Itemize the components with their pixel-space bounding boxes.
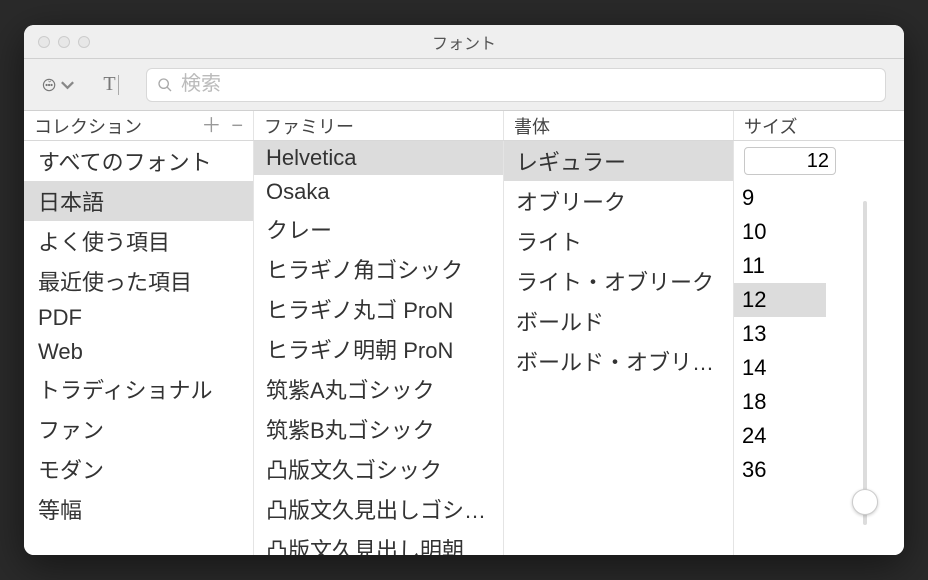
- text-icon: T: [103, 73, 115, 96]
- family-list[interactable]: HelveticaOsakaクレーヒラギノ角ゴシックヒラギノ丸ゴ ProNヒラギ…: [254, 141, 504, 555]
- collection-item[interactable]: Web: [24, 335, 253, 369]
- header-style: 書体: [504, 111, 734, 140]
- style-item[interactable]: レギュラー: [504, 141, 733, 181]
- header-collection-label: コレクション: [34, 113, 142, 139]
- size-item[interactable]: 9: [734, 181, 826, 215]
- add-collection-button[interactable]: ＋: [201, 116, 221, 136]
- size-item[interactable]: 13: [734, 317, 826, 351]
- family-item[interactable]: ヒラギノ角ゴシック: [254, 249, 503, 289]
- family-item[interactable]: 筑紫A丸ゴシック: [254, 369, 503, 409]
- chevron-down-icon: [59, 75, 76, 95]
- titlebar: フォント: [24, 25, 904, 59]
- column-headers: コレクション ＋ − ファミリー 書体 サイズ: [24, 111, 904, 141]
- window-controls: [24, 36, 90, 48]
- size-input[interactable]: [744, 147, 836, 175]
- family-item[interactable]: クレー: [254, 209, 503, 249]
- header-collection: コレクション ＋ −: [24, 111, 254, 140]
- style-list[interactable]: レギュラーオブリークライトライト・オブリークボールドボールド・オブリーク: [504, 141, 734, 555]
- close-button[interactable]: [38, 36, 50, 48]
- window-title: フォント: [24, 30, 904, 54]
- ellipsis-circle-icon: [42, 75, 59, 95]
- size-item[interactable]: 11: [734, 249, 826, 283]
- size-input-row: [734, 141, 904, 181]
- collection-item[interactable]: 等幅: [24, 489, 253, 529]
- size-slider[interactable]: [826, 181, 904, 555]
- collection-item[interactable]: 最近使った項目: [24, 261, 253, 301]
- content-area: すべてのフォント日本語よく使う項目最近使った項目PDFWebトラディショナルファ…: [24, 141, 904, 555]
- toolbar: T: [24, 59, 904, 111]
- collection-item[interactable]: よく使う項目: [24, 221, 253, 261]
- slider-track: [863, 201, 867, 525]
- style-item[interactable]: ライト・オブリーク: [504, 261, 733, 301]
- text-preview-button[interactable]: T: [94, 71, 128, 99]
- family-item[interactable]: 筑紫B丸ゴシック: [254, 409, 503, 449]
- collection-list[interactable]: すべてのフォント日本語よく使う項目最近使った項目PDFWebトラディショナルファ…: [24, 141, 254, 555]
- minimize-button[interactable]: [58, 36, 70, 48]
- size-list[interactable]: 91011121314182436: [734, 181, 826, 555]
- search-field[interactable]: [146, 68, 886, 102]
- size-column: 91011121314182436: [734, 141, 904, 555]
- family-item[interactable]: Osaka: [254, 175, 503, 209]
- family-item[interactable]: 凸版文久ゴシック: [254, 449, 503, 489]
- header-family: ファミリー: [254, 111, 504, 140]
- style-item[interactable]: ボールド: [504, 301, 733, 341]
- collection-item[interactable]: PDF: [24, 301, 253, 335]
- collection-item[interactable]: トラディショナル: [24, 369, 253, 409]
- collection-item[interactable]: すべてのフォント: [24, 141, 253, 181]
- cursor-icon: [118, 75, 119, 95]
- size-item[interactable]: 24: [734, 419, 826, 453]
- header-family-label: ファミリー: [264, 113, 354, 139]
- family-item[interactable]: 凸版文久見出し明朝: [254, 529, 503, 555]
- search-input[interactable]: [181, 73, 875, 96]
- family-item[interactable]: ヒラギノ丸ゴ ProN: [254, 289, 503, 329]
- family-item[interactable]: Helvetica: [254, 141, 503, 175]
- collection-item[interactable]: ファン: [24, 409, 253, 449]
- style-item[interactable]: オブリーク: [504, 181, 733, 221]
- collection-item[interactable]: 日本語: [24, 181, 253, 221]
- size-item[interactable]: 18: [734, 385, 826, 419]
- collection-item[interactable]: モダン: [24, 449, 253, 489]
- search-icon: [157, 77, 173, 93]
- size-item[interactable]: 12: [734, 283, 826, 317]
- zoom-button[interactable]: [78, 36, 90, 48]
- style-item[interactable]: ライト: [504, 221, 733, 261]
- header-size: サイズ: [734, 111, 904, 140]
- size-item[interactable]: 10: [734, 215, 826, 249]
- slider-thumb[interactable]: [852, 489, 878, 515]
- size-item[interactable]: 14: [734, 351, 826, 385]
- family-item[interactable]: ヒラギノ明朝 ProN: [254, 329, 503, 369]
- remove-collection-button[interactable]: −: [231, 116, 243, 136]
- header-style-label: 書体: [514, 113, 550, 139]
- font-panel-window: フォント T コレクション ＋: [24, 25, 904, 555]
- header-size-label: サイズ: [744, 113, 797, 139]
- action-menu-button[interactable]: [42, 71, 76, 99]
- size-item[interactable]: 36: [734, 453, 826, 487]
- style-item[interactable]: ボールド・オブリーク: [504, 341, 733, 381]
- family-item[interactable]: 凸版文久見出しゴシック: [254, 489, 503, 529]
